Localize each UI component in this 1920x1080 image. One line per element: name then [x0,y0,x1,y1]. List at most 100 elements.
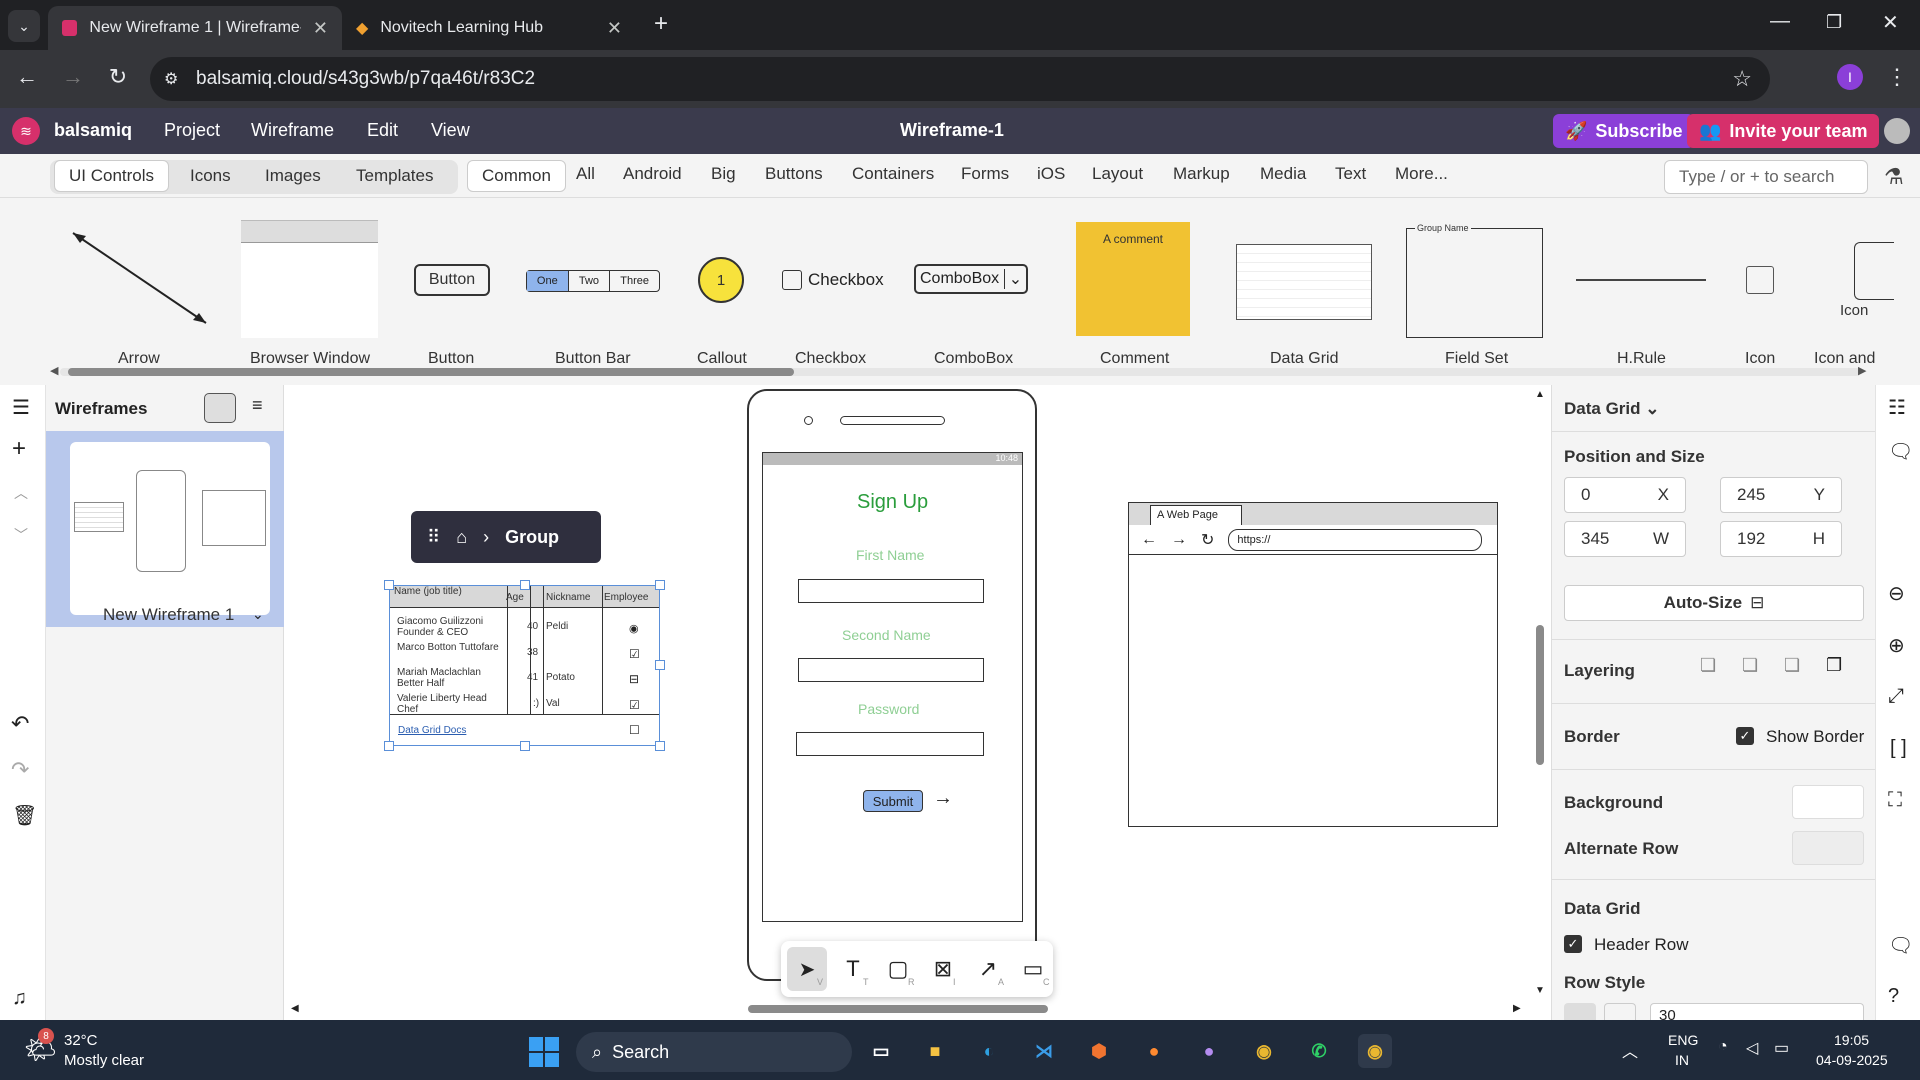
tab-templates[interactable]: Templates [342,160,447,192]
menu-project[interactable]: Project [164,120,220,141]
category-buttons[interactable]: Buttons [765,164,823,184]
taskbar-search[interactable]: ⌕ Search [576,1032,852,1072]
menu-wireframe[interactable]: Wireframe [251,120,334,141]
flask-icon[interactable]: ⚗ [1884,164,1904,190]
category-big[interactable]: Big [711,164,736,184]
category-media[interactable]: Media [1260,164,1306,184]
scroll-left-icon[interactable]: ◀ [291,1003,299,1014]
user-avatar[interactable] [1884,118,1910,144]
close-icon[interactable]: ✕ [607,18,622,39]
tab-search-chevron-icon[interactable]: ⌄ [8,10,40,42]
scroll-right-icon[interactable]: ▶ [1858,364,1866,377]
forward-arrow-icon[interactable]: → [58,64,88,90]
add-wireframe-icon[interactable]: + [12,435,26,463]
restore-icon[interactable]: ❐ [1826,12,1842,33]
windows-start-icon[interactable] [529,1037,559,1067]
music-icon[interactable]: ♫ [12,987,27,1010]
profile-avatar[interactable]: I [1837,64,1863,90]
move-up-icon[interactable]: ︿ [14,483,28,503]
header-row-checkbox[interactable]: ✓ [1564,935,1582,953]
vscode-icon[interactable]: ⋊ [1027,1034,1061,1068]
move-down-icon[interactable]: ﹀ [14,525,28,545]
thumbnail-view-icon[interactable] [204,393,236,423]
category-markup[interactable]: Markup [1173,164,1230,184]
close-icon[interactable]: ✕ [313,18,328,39]
breadcrumb-group[interactable]: Group [505,527,559,548]
arrow-preview[interactable] [68,228,213,328]
clock-date[interactable]: 04-09-2025 [1816,1052,1888,1068]
comment-preview[interactable]: A comment [1076,222,1190,336]
category-ios[interactable]: iOS [1037,164,1065,184]
tab-novitech[interactable]: ◆ Novitech Learning Hub ✕ [342,6,636,50]
window-close-icon[interactable]: ✕ [1882,10,1899,35]
redo-icon[interactable]: ↷ [11,757,29,783]
field-set-preview[interactable]: Group Name [1406,223,1543,338]
row-height-input[interactable]: 30 [1650,1003,1864,1020]
category-containers[interactable]: Containers [852,164,934,184]
editor-canvas[interactable]: ⠿ ⌂ › Group Name (job title) Age Nicknam… [285,385,1550,1020]
invite-team-button[interactable]: 👥 Invite your team [1687,114,1880,148]
edge-icon[interactable]: ◐ [972,1034,1006,1068]
fit-selection-icon[interactable]: [ ] [1890,737,1907,760]
x-input[interactable]: 0X [1564,477,1686,513]
back-arrow-icon[interactable]: ← [12,64,42,90]
button-bar-preview[interactable]: One Two Three [526,270,660,292]
second-name-field[interactable] [798,658,984,682]
zoom-out-icon[interactable]: ⊖ [1888,581,1905,606]
submit-button[interactable]: Submit [863,790,923,812]
wifi-icon[interactable]: ◔ [1718,1038,1728,1056]
scroll-left-icon[interactable]: ◀ [50,364,58,377]
category-all[interactable]: All [576,164,595,184]
category-layout[interactable]: Layout [1092,164,1143,184]
category-text[interactable]: Text [1335,164,1366,184]
password-field[interactable] [796,732,984,756]
scroll-down-icon[interactable]: ▼ [1535,985,1545,996]
row-style-grid-icon[interactable] [1564,1003,1596,1020]
properties-title[interactable]: Data Grid ⌄ [1564,399,1660,419]
github-icon[interactable]: ● [1192,1034,1226,1068]
bring-forward-icon[interactable]: ❏ [1700,655,1716,676]
app-orange-icon[interactable]: ⬢ [1082,1034,1116,1068]
horizontal-scrollbar[interactable] [748,1005,1048,1013]
whatsapp-icon[interactable]: ✆ [1302,1034,1336,1068]
height-input[interactable]: 192 H [1720,521,1842,557]
resize-handle[interactable] [655,580,665,590]
drag-handle-icon[interactable]: ⠿ [427,527,440,548]
resize-handle[interactable] [655,660,665,670]
tab-wireframe[interactable]: New Wireframe 1 | Wireframe-1 ✕ [48,6,342,50]
home-icon[interactable]: ⌂ [456,527,467,548]
resize-handle[interactable] [384,580,394,590]
icon-preview[interactable] [1746,266,1774,294]
data-grid-preview[interactable] [1236,244,1372,320]
list-view-icon[interactable]: ≡ [252,395,263,416]
file-explorer-icon[interactable]: ■ [918,1034,952,1068]
site-info-icon[interactable]: ⚙ [164,69,178,89]
reload-icon[interactable]: ↻ [103,64,133,90]
url-field[interactable]: ⚙ balsamiq.cloud/s43g3wb/p7qa46t/r83C2 ☆ [150,57,1770,101]
category-more[interactable]: More... [1395,164,1448,184]
resize-handle[interactable] [655,741,665,751]
undo-icon[interactable]: ↶ [11,711,29,737]
tab-ui-controls[interactable]: UI Controls [54,160,170,192]
bookmark-star-icon[interactable]: ☆ [1732,66,1752,92]
scroll-up-icon[interactable]: ▲ [1535,389,1545,400]
task-view-icon[interactable]: ▭ [864,1034,898,1068]
lang-top[interactable]: ENG [1668,1032,1698,1048]
category-android[interactable]: Android [623,164,682,184]
clock-time[interactable]: 19:05 [1834,1032,1869,1048]
new-tab-plus-icon[interactable]: + [654,10,668,38]
battery-icon[interactable]: ▭ [1774,1038,1789,1058]
minimize-icon[interactable]: — [1770,10,1790,33]
combobox-preview[interactable]: ComboBox ⌄ [914,264,1028,294]
document-title[interactable]: Wireframe-1 [900,120,1004,141]
tab-icons[interactable]: Icons [176,160,245,192]
browser-window-preview[interactable] [241,220,378,338]
resize-handle[interactable] [520,741,530,751]
vertical-scrollbar[interactable] [1536,625,1544,765]
category-forms[interactable]: Forms [961,164,1009,184]
width-input[interactable]: 345 W [1564,521,1686,557]
image-tool-icon[interactable]: ⊠ [923,947,963,991]
first-name-field[interactable] [798,579,984,603]
tray-chevron-icon[interactable]: ︿ [1622,1038,1638,1062]
send-back-icon[interactable]: ❐ [1826,655,1842,676]
